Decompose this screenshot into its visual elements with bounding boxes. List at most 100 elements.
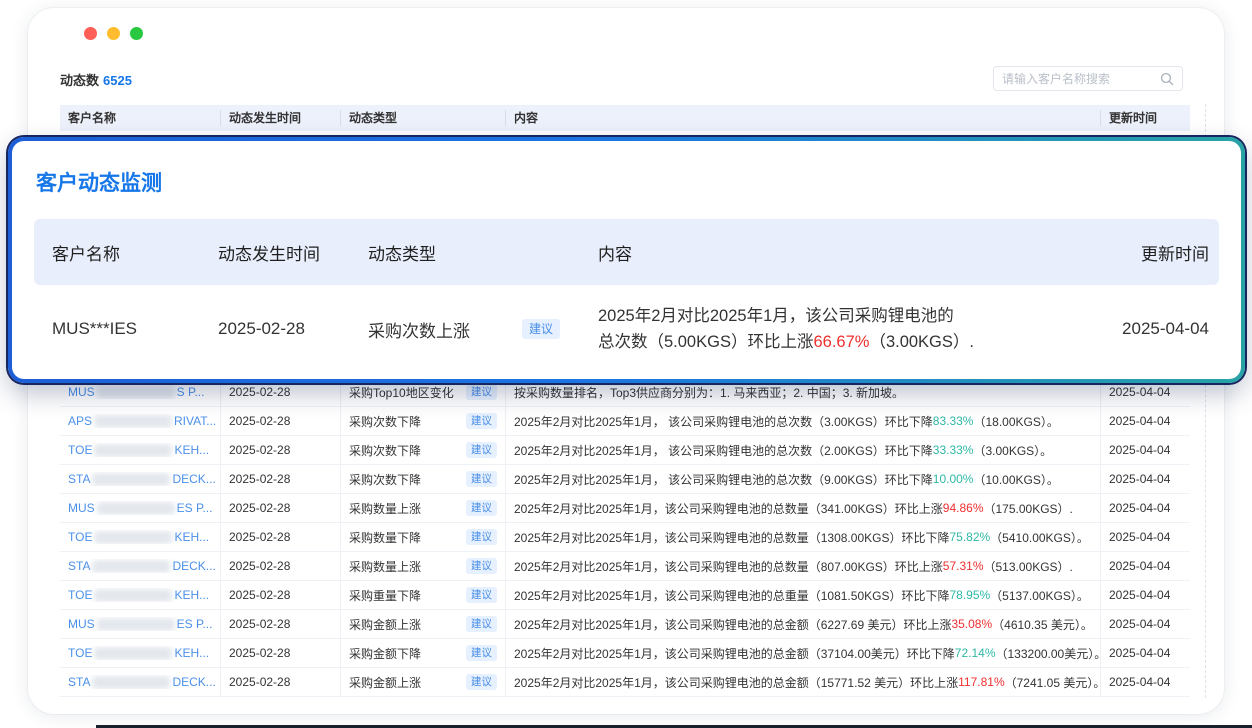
event-date: 2025-02-28 [220,465,340,493]
table-row: TOEKEH... 2025-02-28 采购金额下降 建议 2025年2月对比… [60,639,1190,668]
event-type: 采购金额上涨 [349,674,421,691]
table-row: APSRIVAT... 2025-02-28 采购次数下降 建议 2025年2月… [60,407,1190,436]
table-row: STADECK... 2025-02-28 采购金额上涨 建议 2025年2月对… [60,668,1190,697]
redacted-name-blur [94,589,172,602]
table-row: STADECK... 2025-02-28 采购次数下降 建议 2025年2月对… [60,465,1190,494]
event-type-cell: 采购金额上涨 建议 [340,668,505,696]
col-event-type: 动态类型 [354,240,584,265]
screenshot-stage: 动态数6525 客户名称 动态发生时间 动态类型 内容 更新时间 MUSS P.… [0,0,1252,728]
table-header: 客户名称 动态发生时间 动态类型 内容 更新时间 [60,105,1190,131]
event-type-cell: 采购次数下降 建议 [340,407,505,435]
col-customer-name: 客户名称 [34,240,204,265]
redacted-name-blur [97,618,175,631]
col-update-time: 更新时间 [1100,110,1190,126]
redacted-name-blur [97,502,175,515]
suggestion-badge: 建议 [466,471,497,488]
event-date: 2025-02-28 [220,407,340,435]
redacted-name-blur [92,676,170,689]
window-controls [84,27,143,40]
content-line-1: 2025年2月对比2025年1月，该公司采购锂电池的 [598,303,1099,329]
col-event-type: 动态类型 [340,110,505,126]
table-row: TOEKEH... 2025-02-28 采购重量下降 建议 2025年2月对比… [60,581,1190,610]
redacted-name-blur [94,415,172,428]
col-event-time: 动态发生时间 [220,110,340,126]
col-content: 内容 [584,240,1099,265]
update-date: 2025-04-04 [1100,465,1190,493]
customer-name-link[interactable]: TOEKEH... [68,443,209,457]
event-content: 2025年2月对比2025年1月， 该公司采购锂电池的总次数（2.00KGS）环… [505,436,1100,464]
event-type-cell: 采购重量下降 建议 [340,581,505,609]
update-date: 2025-04-04 [1100,552,1190,580]
event-content: 2025年2月对比2025年1月，该公司采购锂电池的总数量（341.00KGS）… [505,494,1100,522]
event-content: 2025年2月对比2025年1月，该公司采购锂电池的总金额（6227.69 美元… [505,610,1100,638]
redacted-name-blur [92,473,170,486]
zoom-button[interactable] [130,27,143,40]
event-type-cell: 采购数量上涨 建议 [340,494,505,522]
suggestion-badge: 建议 [466,674,497,691]
search-icon[interactable] [1160,72,1174,86]
search-input[interactable] [1002,72,1160,86]
close-button[interactable] [84,27,97,40]
event-type: 采购Top10地区变化 [349,384,454,401]
event-date: 2025-02-28 [220,494,340,522]
event-content: 2025年2月对比2025年1月，该公司采购锂电池的总重量（1081.50KGS… [505,581,1100,609]
suggestion-badge: 建议 [466,384,497,401]
event-date: 2025-02-28 [204,319,354,339]
event-type-cell: 采购金额上涨 建议 [340,610,505,638]
table-row: MUSES P... 2025-02-28 采购数量上涨 建议 2025年2月对… [60,494,1190,523]
customer-search [993,66,1183,91]
customer-name-link[interactable]: TOEKEH... [68,588,209,602]
customer-name-link[interactable]: TOEKEH... [68,530,209,544]
customer-name-link[interactable]: STADECK... [68,675,216,689]
table-row: STADECK... 2025-02-28 采购数量上涨 建议 2025年2月对… [60,552,1190,581]
event-date: 2025-02-28 [220,436,340,464]
redacted-name-blur [92,560,170,573]
event-content: 2025年2月对比2025年1月， 该公司采购锂电池的总次数（3.00KGS）环… [505,407,1100,435]
dynamics-count-label: 动态数 [60,73,99,88]
magnifier-card: 客户动态监测 客户名称 动态发生时间 动态类型 内容 更新时间 MUS***IE… [8,137,1245,383]
event-date: 2025-02-28 [220,639,340,667]
event-type: 采购次数下降 [349,413,421,430]
event-type: 采购数量下降 [349,529,421,546]
update-date: 2025-04-04 [1099,319,1219,339]
customer-name-link[interactable]: TOEKEH... [68,646,209,660]
event-date: 2025-02-28 [220,610,340,638]
update-date: 2025-04-04 [1100,581,1190,609]
customer-name-link[interactable]: STADECK... [68,559,216,573]
suggestion-badge: 建议 [466,587,497,604]
redacted-name-blur [94,444,172,457]
event-type-cell: 采购金额下降 建议 [340,639,505,667]
overlay-table-row: MUS***IES 2025-02-28 采购次数上涨 建议 2025年2月对比… [34,285,1219,373]
col-customer-name: 客户名称 [60,110,220,126]
customer-name-link[interactable]: MUSES P... [68,501,212,515]
event-content: 2025年2月对比2025年1月， 该公司采购锂电池的总次数（9.00KGS）环… [505,465,1100,493]
update-date: 2025-04-04 [1100,610,1190,638]
table-row: MUSES P... 2025-02-28 采购金额上涨 建议 2025年2月对… [60,610,1190,639]
redacted-name-blur [94,647,172,660]
col-update-time: 更新时间 [1099,240,1219,265]
event-type: 采购金额上涨 [349,616,421,633]
table-row: TOEKEH... 2025-02-28 采购次数下降 建议 2025年2月对比… [60,436,1190,465]
event-type-cell: 采购次数下降 建议 [340,436,505,464]
customer-name-link[interactable]: STADECK... [68,472,216,486]
table-row: TOEKEH... 2025-02-28 采购数量下降 建议 2025年2月对比… [60,523,1190,552]
event-type: 采购次数下降 [349,471,421,488]
suggestion-badge: 建议 [466,529,497,546]
customer-name-link[interactable]: APSRIVAT... [68,414,216,428]
event-type: 采购金额下降 [349,645,421,662]
suggestion-badge: 建议 [466,645,497,662]
customer-name-link[interactable]: MUSS P... [68,385,204,399]
customer-name-link[interactable]: MUSES P... [68,617,212,631]
suggestion-badge: 建议 [466,500,497,517]
percent-highlight: 66.67% [813,333,869,351]
suggestion-badge: 建议 [466,558,497,575]
update-date: 2025-04-04 [1100,494,1190,522]
suggestion-badge: 建议 [466,413,497,430]
update-date: 2025-04-04 [1100,639,1190,667]
customer-name[interactable]: MUS***IES [34,319,204,339]
minimize-button[interactable] [107,27,120,40]
event-date: 2025-02-28 [220,552,340,580]
suggestion-badge: 建议 [522,319,560,339]
event-content: 2025年2月对比2025年1月，该公司采购锂电池的总金额（37104.00美元… [505,639,1100,667]
table-body: MUSS P... 2025-02-28 采购Top10地区变化 建议 按采购数… [60,378,1190,697]
